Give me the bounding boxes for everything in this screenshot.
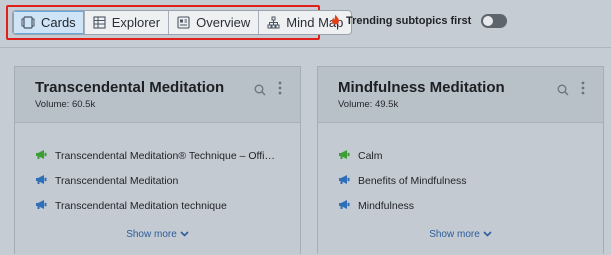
toolbar-divider: [0, 47, 611, 48]
card-header: Mindfulness Meditation Volume: 49.5k: [318, 67, 603, 123]
tab-cards[interactable]: Cards: [13, 11, 85, 34]
megaphone-blue-icon: [35, 174, 47, 188]
megaphone-blue-icon: [338, 199, 350, 213]
subtopic-text: Mindfulness: [358, 199, 415, 212]
show-more-link[interactable]: Show more: [15, 229, 300, 240]
mind-map-icon: [267, 16, 280, 29]
fire-icon: [331, 14, 340, 28]
megaphone-green-icon: [35, 149, 47, 163]
subtopic-list: Transcendental Meditation® Technique – O…: [35, 143, 275, 218]
list-item[interactable]: Transcendental Meditation® Technique – O…: [35, 143, 275, 168]
list-item[interactable]: Calm: [338, 143, 467, 168]
trending-toggle-group: Trending subtopics first: [331, 14, 508, 28]
subtopic-text: Transcendental Meditation technique: [55, 199, 227, 212]
search-icon[interactable]: [557, 83, 569, 101]
trending-toggle[interactable]: [481, 14, 508, 28]
chevron-down-icon: [180, 229, 189, 240]
show-more-link[interactable]: Show more: [318, 229, 603, 240]
list-item[interactable]: Transcendental Meditation technique: [35, 193, 275, 218]
more-options-icon[interactable]: [278, 81, 282, 100]
list-item[interactable]: Mindfulness: [338, 193, 467, 218]
subtopic-text: Transcendental Meditation: [55, 174, 179, 187]
megaphone-green-icon: [338, 149, 350, 163]
view-toolbar: Cards Explorer Overview Mind Map Trendin…: [0, 0, 611, 48]
card-header: Transcendental Meditation Volume: 60.5k: [15, 67, 300, 123]
topic-card: Transcendental Meditation Volume: 60.5k …: [14, 66, 301, 254]
topic-card: Mindfulness Meditation Volume: 49.5k Cal…: [317, 66, 604, 254]
overview-icon: [177, 16, 190, 29]
list-item[interactable]: Benefits of Mindfulness: [338, 168, 467, 193]
tab-overview-label: Overview: [196, 15, 251, 30]
tab-explorer-label: Explorer: [111, 15, 161, 30]
table-icon: [93, 16, 106, 29]
chevron-down-icon: [483, 229, 492, 240]
tab-overview[interactable]: Overview: [169, 11, 260, 34]
card-volume: Volume: 49.5k: [338, 99, 399, 110]
subtopic-list: Calm Benefits of Mindfulness Mindfulness: [338, 143, 467, 218]
show-more-label: Show more: [429, 229, 480, 240]
megaphone-blue-icon: [338, 174, 350, 188]
view-switcher: Cards Explorer Overview Mind Map: [12, 10, 353, 35]
card-title: Transcendental Meditation: [35, 79, 225, 96]
subtopic-text: Benefits of Mindfulness: [358, 174, 467, 187]
tab-cards-label: Cards: [41, 15, 76, 30]
trending-label: Trending subtopics first: [346, 15, 472, 27]
more-options-icon[interactable]: [581, 81, 585, 100]
show-more-label: Show more: [126, 229, 177, 240]
card-volume: Volume: 60.5k: [35, 99, 96, 110]
subtopic-text: Transcendental Meditation® Technique – O…: [55, 149, 276, 162]
tab-explorer[interactable]: Explorer: [85, 11, 170, 34]
card-title: Mindfulness Meditation: [338, 79, 505, 96]
list-item[interactable]: Transcendental Meditation: [35, 168, 275, 193]
megaphone-blue-icon: [35, 199, 47, 213]
cards-icon: [21, 16, 35, 29]
subtopic-text: Calm: [358, 149, 383, 162]
search-icon[interactable]: [254, 83, 266, 101]
